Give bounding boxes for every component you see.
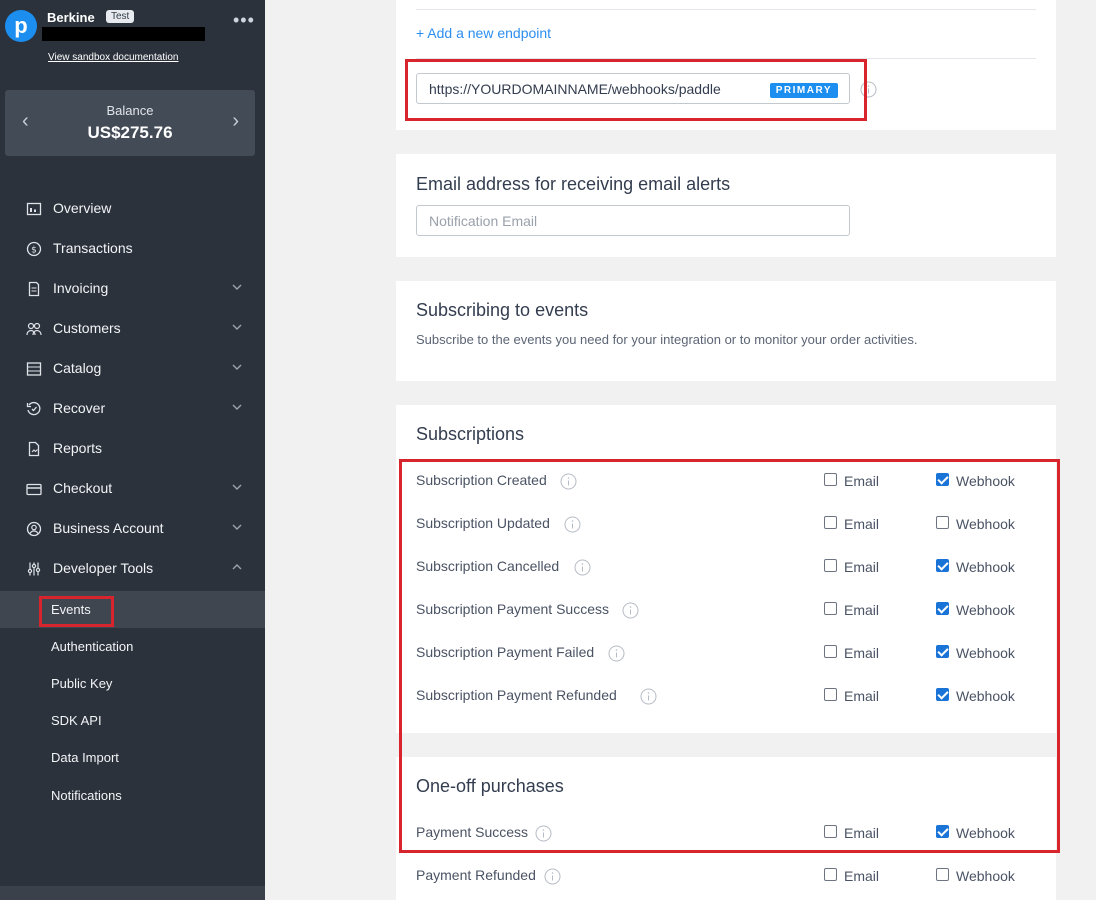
sidebar-item-label: Customers: [53, 320, 121, 336]
sidebar-subitem-public-key[interactable]: Public Key: [0, 665, 265, 702]
sidebar-item-label: Recover: [53, 400, 106, 416]
recover-icon: [26, 401, 41, 416]
endpoint-highlight-box: [405, 59, 867, 121]
balance-label: Balance: [106, 103, 154, 118]
sidebar: p Berkine Test ••• View sandbox document…: [0, 0, 265, 900]
chevron-down-icon: [232, 404, 242, 410]
sidebar-subitem-label: Authentication: [51, 639, 134, 654]
sidebar-item-catalog[interactable]: Catalog: [0, 349, 265, 389]
events-highlight-box: [399, 459, 1060, 853]
sidebar-item-reports[interactable]: Reports: [0, 429, 265, 469]
chart-icon: [26, 202, 42, 216]
add-endpoint-link[interactable]: + Add a new endpoint: [416, 25, 551, 41]
sidebar-subitem-label: Data Import: [51, 750, 119, 765]
account-icon: [26, 521, 42, 537]
sidebar-item-label: Developer Tools: [53, 560, 154, 576]
sidebar-item-label: Transactions: [53, 240, 133, 256]
sidebar-item-label: Overview: [53, 200, 112, 216]
environment-badge: Test: [106, 10, 135, 23]
paddle-logo[interactable]: p: [5, 10, 37, 42]
sidebar-item-invoicing[interactable]: Invoicing: [0, 269, 265, 309]
svg-text:$: $: [31, 246, 37, 256]
sidebar-item-checkout[interactable]: Checkout: [0, 469, 265, 509]
sidebar-item-customers[interactable]: Customers: [0, 309, 265, 349]
sidebar-subitem-authentication[interactable]: Authentication: [0, 628, 265, 665]
sidebar-subitem-label: Public Key: [51, 676, 113, 691]
sidebar-item-label: Reports: [53, 440, 103, 456]
chevron-down-icon: [232, 524, 242, 530]
sidebar-item-overview[interactable]: Overview: [0, 189, 265, 229]
dollar-icon: $: [26, 241, 42, 257]
sidebar-subitem-label: Notifications: [51, 788, 122, 803]
event-label: Payment Refunded: [416, 867, 536, 883]
subscribing-card: Subscribing to events Subscribe to the e…: [396, 281, 1056, 381]
balance-card: ‹ Balance US$275.76 ›: [5, 90, 255, 156]
sidebar-footer: [0, 886, 265, 900]
sandbox-documentation-link[interactable]: View sandbox documentation: [48, 52, 178, 63]
account-name[interactable]: Berkine: [47, 10, 95, 25]
checkout-icon: [26, 483, 42, 496]
chevron-up-icon: [232, 564, 242, 570]
email-checkbox-label: Email: [844, 868, 880, 884]
info-icon[interactable]: [544, 868, 561, 885]
email-alerts-title: Email address for receiving email alerts: [416, 174, 731, 194]
divider: [416, 9, 1036, 10]
event-row-payment-refunded: Payment Refunded Email Webhook: [396, 859, 1056, 900]
balance-value: US$275.76: [87, 123, 173, 142]
reports-icon: [28, 441, 40, 457]
webhook-checkbox-label: Webhook: [956, 868, 1015, 884]
sidebar-subitem-label: SDK API: [51, 713, 102, 728]
webhook-checkbox[interactable]: [936, 868, 949, 881]
notification-email-input[interactable]: [416, 205, 850, 236]
sidebar-item-business-account[interactable]: Business Account: [0, 509, 265, 549]
invoice-icon: [28, 281, 40, 297]
customers-icon: [26, 322, 42, 336]
email-checkbox[interactable]: [824, 868, 837, 881]
email-alerts-card: Email address for receiving email alerts: [396, 154, 1056, 257]
chevron-down-icon: [232, 284, 242, 290]
sidebar-item-label: Business Account: [53, 520, 164, 536]
sidebar-subitem-label: Events: [51, 602, 91, 617]
sidebar-subitem-sdk-api[interactable]: SDK API: [0, 702, 265, 739]
sidebar-item-transactions[interactable]: $ Transactions: [0, 229, 265, 269]
sidebar-item-label: Checkout: [53, 480, 113, 496]
sidebar-subitem-data-import[interactable]: Data Import: [0, 739, 265, 776]
subscribing-title: Subscribing to events: [416, 300, 589, 320]
redacted-account-info: [42, 27, 205, 41]
subscriptions-title: Subscriptions: [416, 424, 525, 444]
chevron-down-icon: [232, 324, 242, 330]
subscribing-description: Subscribe to the events you need for you…: [416, 332, 918, 347]
sidebar-item-recover[interactable]: Recover: [0, 389, 265, 429]
sidebar-subitem-events[interactable]: Events: [0, 591, 265, 628]
sidebar-item-label: Catalog: [53, 360, 102, 376]
sidebar-item-developer-tools[interactable]: Developer Tools: [0, 549, 265, 589]
sidebar-subitem-notifications[interactable]: Notifications: [0, 777, 265, 814]
more-options-icon[interactable]: •••: [233, 10, 255, 31]
balance-next-icon[interactable]: ›: [232, 110, 239, 133]
chevron-down-icon: [232, 364, 242, 370]
catalog-icon: [26, 362, 42, 376]
chevron-down-icon: [232, 484, 242, 490]
developer-tools-icon: [27, 562, 41, 576]
sidebar-item-label: Invoicing: [53, 280, 109, 296]
